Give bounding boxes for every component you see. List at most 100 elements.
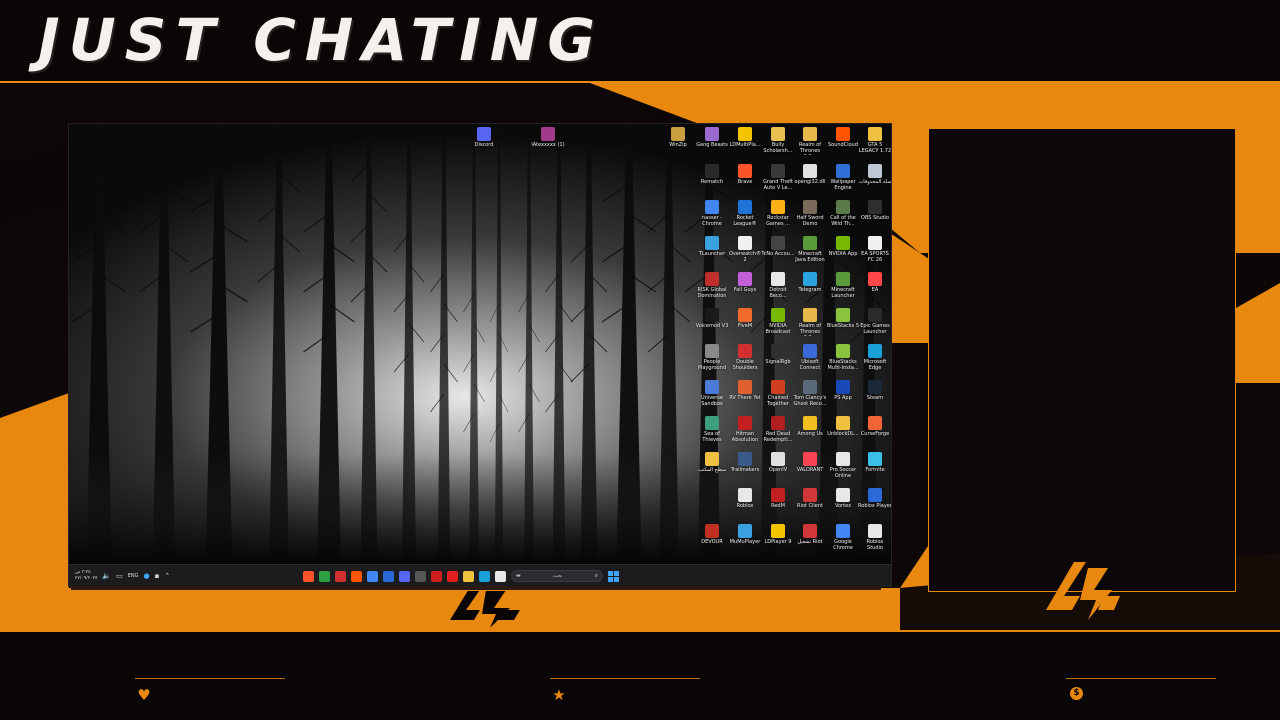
desktop-icon[interactable]: RISK Global Domination <box>695 272 729 306</box>
desktop-icon[interactable]: Epic Games Launcher <box>858 308 891 342</box>
start-button[interactable] <box>608 570 619 582</box>
obs-icon[interactable] <box>415 570 426 582</box>
desktop-icon[interactable]: Telegram <box>793 272 827 306</box>
brave-icon[interactable] <box>303 570 314 582</box>
desktop-icon[interactable]: LDPlayer 9 <box>761 524 795 558</box>
desktop-icon[interactable]: RedM <box>761 488 795 522</box>
desktop-icon[interactable]: People Playground <box>695 344 729 378</box>
desktop-icon-label: Hitman Absolution <box>731 431 759 443</box>
desktop-icon[interactable]: Universe Sandbox <box>695 380 729 414</box>
chevron-up-icon[interactable]: ⌃ <box>164 572 170 580</box>
desktop-icon[interactable]: Trailmakers <box>728 452 762 486</box>
desktop-icon[interactable]: Roblox <box>728 488 762 522</box>
microphone-icon[interactable]: ● <box>144 572 150 580</box>
desktop-icon[interactable]: SignalRgb <box>761 344 795 378</box>
desktop-icon[interactable]: Realm of Thrones 6.2... <box>793 127 827 161</box>
desktop-icon[interactable]: Double Shoulders <box>728 344 762 378</box>
desktop-icon[interactable]: TLauncher <box>695 236 729 270</box>
steam-icon[interactable] <box>383 570 394 582</box>
tray-app-icon[interactable]: ▪ <box>155 572 160 580</box>
desktop-icon[interactable]: OpenIV <box>761 452 795 486</box>
desktop-icon[interactable]: nasser - Chrome <box>695 200 729 234</box>
desktop-icon[interactable]: Minecraft Launcher <box>826 272 860 306</box>
desktop-icon[interactable]: UnblockDL... <box>826 416 860 450</box>
desktop-icon[interactable]: VALORANT <box>793 452 827 486</box>
desktop-icon[interactable]: Bully Scholarsh... <box>761 127 795 161</box>
desktop-icon[interactable]: FiveM <box>728 308 762 342</box>
desktop-icon[interactable]: Fall Guys <box>728 272 762 306</box>
desktop-icon[interactable]: Voicemod V3 <box>695 308 729 342</box>
desktop-icon[interactable]: RV There Yet <box>728 380 762 414</box>
network-icon[interactable]: ▭ <box>116 572 123 580</box>
desktop-icon[interactable]: NVIDIA Broadcast <box>761 308 795 342</box>
discord-icon[interactable] <box>399 570 410 582</box>
desktop-icon[interactable]: Roblox Studio <box>858 524 891 558</box>
desktop-icon[interactable]: BlueStacks Multi-Insta... <box>826 344 860 378</box>
desktop-icon[interactable]: Discord <box>467 127 501 161</box>
chrome-icon[interactable] <box>367 570 378 582</box>
desktop-icon[interactable]: EA <box>858 272 891 306</box>
desktop-icon[interactable]: Minecraft Java Edition <box>793 236 827 270</box>
desktop-icon[interactable]: BlueStacks 5 <box>826 308 860 342</box>
desktop-icon[interactable]: Rockstar Games ... <box>761 200 795 234</box>
desktop-icon[interactable]: Brave <box>728 164 762 198</box>
desktop-icon[interactable]: GTA 5 LEGACY 1.72 <box>858 127 891 161</box>
desktop-icon[interactable]: Half Sword Demo <box>793 200 827 234</box>
desktop-icon[interactable]: DEVOUR <box>695 524 729 558</box>
desktop-icon[interactable]: Detroit Beco... <box>761 272 795 306</box>
clock[interactable]: ٣:٢٥ ص ٢٧/٠٩/٢٠٢٥ <box>75 570 97 582</box>
desktop-icon[interactable]: Google Chrome <box>826 524 860 558</box>
desktop-icon[interactable]: Steam <box>858 380 891 414</box>
app-icon[interactable] <box>335 570 346 582</box>
desktop-icon[interactable]: Roblox Player <box>858 488 891 522</box>
desktop-icon[interactable]: Hitman Absolution <box>728 416 762 450</box>
donations-divider <box>1066 678 1216 679</box>
desktop-icon[interactable]: Sea of Thieves <box>695 416 729 450</box>
desktop-icon[interactable]: EA SPORTS FC 26 <box>858 236 891 270</box>
desktop-icon[interactable]: CurseForge <box>858 416 891 450</box>
edge-icon[interactable] <box>479 570 490 582</box>
record-icon[interactable] <box>431 570 442 582</box>
desktop-icon[interactable]: iAtexxxxx (1) <box>531 127 565 161</box>
store-icon[interactable] <box>495 570 506 582</box>
desktop-icon[interactable]: Chained Together <box>761 380 795 414</box>
desktop-icon[interactable]: Overwatch® 2 <box>728 236 762 270</box>
desktop-icon[interactable]: Vortex <box>826 488 860 522</box>
desktop-icon[interactable]: LDMultiPla... <box>728 127 762 161</box>
desktop-icon[interactable]: Call of the Wild Th... <box>826 200 860 234</box>
desktop-icon[interactable]: سطح المكتب <box>695 452 729 486</box>
desktop-icon[interactable]: Fortnite <box>858 452 891 486</box>
desktop-icon[interactable]: Pro Soccer Online <box>826 452 860 486</box>
desktop-icon[interactable]: OBS Studio <box>858 200 891 234</box>
desktop-icon[interactable]: WinZip <box>661 127 695 161</box>
youtube-icon[interactable] <box>447 570 458 582</box>
desktop-icon[interactable]: Riot Client <box>793 488 827 522</box>
file-explorer-icon[interactable] <box>463 570 474 582</box>
desktop-icon[interactable]: TcNo Accou... <box>761 236 795 270</box>
desktop-icon[interactable]: Red Dead Redempti... <box>761 416 795 450</box>
desktop-icon[interactable]: SoundCloud <box>826 127 860 161</box>
desktop-icon[interactable]: Grand Theft Auto V Le... <box>761 164 795 198</box>
desktop-icon[interactable]: Tom Clancy's Ghost Reco... <box>793 380 827 414</box>
soundcloud-icon[interactable] <box>351 570 362 582</box>
desktop-icon[interactable]: تشغيل Riot <box>793 524 827 558</box>
desktop-icon[interactable]: Wallpaper Engine <box>826 164 860 198</box>
volume-icon[interactable]: 🔈 <box>102 572 111 580</box>
desktop-icon[interactable]: Gang Beasts <box>695 127 729 161</box>
search-box[interactable]: ▬ بحث ⌕ <box>511 570 603 582</box>
language-indicator[interactable]: ENG <box>128 573 139 579</box>
desktop-icon[interactable]: MuMuPlayer <box>728 524 762 558</box>
desktop-icon[interactable]: Ubisoft Connect <box>793 344 827 378</box>
desktop-icon[interactable]: Realm of Thrones 6.2... <box>793 308 827 342</box>
desktop-icon-label: Discord <box>474 142 494 148</box>
app-icon <box>836 380 850 394</box>
desktop-icon[interactable]: opengl32.dll <box>793 164 827 198</box>
desktop-icon[interactable]: Rocket League® <box>728 200 762 234</box>
desktop-icon[interactable]: Microsoft Edge <box>858 344 891 378</box>
xbox-icon[interactable] <box>319 570 330 582</box>
desktop-icon[interactable]: PS App <box>826 380 860 414</box>
desktop-icon[interactable]: Rematch <box>695 164 729 198</box>
desktop-icon[interactable]: NVIDIA App <box>826 236 860 270</box>
desktop-icon[interactable]: سلة المحذوفات <box>858 164 891 198</box>
desktop-icon[interactable]: Among Us <box>793 416 827 450</box>
